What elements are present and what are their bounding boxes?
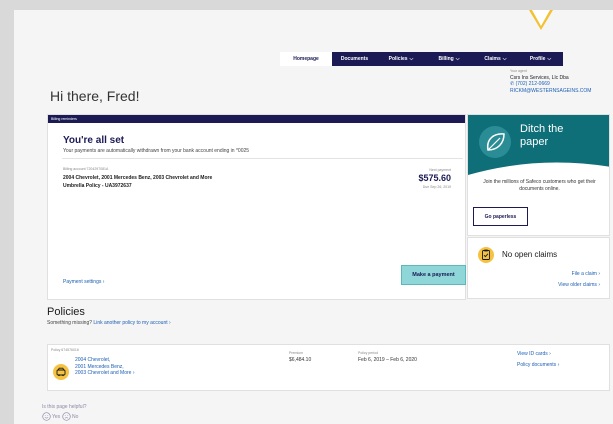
policy-card: Policy 674576016 2004 Chevrolet, 2001 Me… <box>47 344 610 391</box>
paperless-card: Ditch the paper Join the millions of Saf… <box>467 114 610 236</box>
vehicles-link[interactable]: 2004 Chevrolet, 2001 Mercedes Benz, 2003… <box>75 357 134 377</box>
tab-label: Claims <box>484 56 501 62</box>
tab-policies[interactable]: Policies ⌵ <box>377 52 425 66</box>
billing-policy-line: Umbrella Policy - UA3972637 <box>63 182 132 189</box>
tab-documents[interactable]: Documents <box>332 52 377 66</box>
feedback-yes-label: Yes <box>52 413 61 420</box>
car-icon <box>53 364 69 380</box>
tab-label: Profile <box>529 56 546 62</box>
paperless-title-line: paper <box>520 136 549 148</box>
chevron-down-icon: ⌵ <box>547 56 552 62</box>
tab-label: Billing <box>438 56 454 62</box>
link-policy-link[interactable]: Link another policy to my account › <box>93 320 170 326</box>
view-older-claims-link[interactable]: View older claims › <box>558 282 600 288</box>
page-title: Hi there, Fred! <box>50 88 140 104</box>
policy-period-label: Policy period <box>358 351 379 355</box>
tab-label: Homepage <box>293 56 319 62</box>
chevron-down-icon: ⌵ <box>409 56 414 62</box>
vehicle-line: 2003 Chevrolet and More › <box>75 370 135 376</box>
billing-card: Billing reminders You're all set Your pa… <box>47 114 466 300</box>
leaf-icon <box>479 126 511 158</box>
page: Homepage Documents Policies ⌵ Billing ⌵ … <box>14 10 613 424</box>
chevron-down-icon: ⌵ <box>502 56 507 62</box>
claims-card: No open claims File a claim › View older… <box>467 237 610 299</box>
tab-label: Policies <box>388 56 408 62</box>
paperless-title: Ditch the paper <box>520 123 563 149</box>
claims-title: No open claims <box>502 250 558 259</box>
policy-number: Policy 674576016 <box>51 348 79 352</box>
tab-profile[interactable]: Profile ⌵ <box>518 52 563 66</box>
feedback-question: Is this page helpful? <box>42 404 87 410</box>
policies-title: Policies <box>47 306 85 318</box>
next-payment-amount: $575.60 <box>418 173 451 183</box>
missing-text: Something missing? <box>47 320 93 326</box>
feedback-yes-button[interactable]: Yes <box>42 412 60 421</box>
paperless-description: Join the millions of Safeco customers wh… <box>483 179 596 192</box>
chevron-down-icon: ⌵ <box>455 56 460 62</box>
agent-info: Your agent Csrs Ins Services, Llc Dba ✆ … <box>510 68 591 94</box>
policies-missing: Something missing? Link another policy t… <box>47 320 171 326</box>
callout-pointer-inner <box>532 10 550 26</box>
premium-label: Premium <box>289 351 304 355</box>
payment-settings-link[interactable]: Payment settings › <box>63 279 104 285</box>
tab-claims[interactable]: Claims ⌵ <box>473 52 518 66</box>
feedback-no-button[interactable]: No <box>62 412 78 421</box>
next-payment-label: Next payment <box>429 168 451 172</box>
divider <box>62 158 463 159</box>
file-claim-link[interactable]: File a claim › <box>572 271 600 277</box>
billing-header: Billing reminders <box>48 115 465 123</box>
policy-documents-link[interactable]: Policy documents › <box>517 362 559 368</box>
billing-policy-line: 2004 Chevrolet, 2001 Mercedes Benz, 2003… <box>63 175 213 181</box>
billing-subtitle: Your payments are automatically withdraw… <box>63 148 250 154</box>
agent-email[interactable]: RICKM@WESTERNSAGEINS.COM <box>510 88 591 95</box>
tab-billing[interactable]: Billing ⌵ <box>425 52 473 66</box>
smile-icon <box>42 412 51 421</box>
agent-phone: (702) 212-0669 <box>515 81 550 87</box>
go-paperless-button[interactable]: Go paperless <box>473 207 528 226</box>
billing-account-label: Billing account 7204297081A <box>63 167 109 171</box>
due-date: Due Sep 26, 2019 <box>422 185 451 189</box>
view-id-cards-link[interactable]: View ID cards › <box>517 351 551 357</box>
tab-homepage[interactable]: Homepage <box>280 52 332 66</box>
make-payment-button[interactable]: Make a payment <box>401 265 466 285</box>
clipboard-check-icon <box>478 247 494 263</box>
frown-icon <box>62 412 71 421</box>
policy-period: Feb 6, 2019 – Feb 6, 2020 <box>358 357 417 363</box>
feedback-no-label: No <box>72 413 79 420</box>
paperless-title-line: Ditch the <box>520 123 564 135</box>
main-nav: Homepage Documents Policies ⌵ Billing ⌵ … <box>280 52 563 66</box>
phone-icon: ✆ <box>510 81 515 87</box>
tab-label: Documents <box>340 56 369 62</box>
billing-policies: 2004 Chevrolet, 2001 Mercedes Benz, 2003… <box>63 175 212 190</box>
premium-amount: $6,484.10 <box>289 357 312 363</box>
billing-title: You're all set <box>63 135 125 146</box>
